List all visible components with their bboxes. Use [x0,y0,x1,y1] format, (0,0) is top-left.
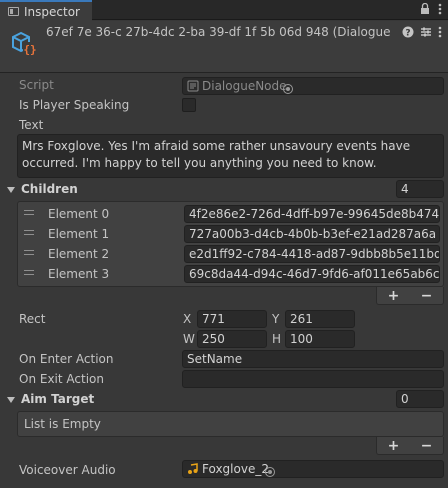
rect-y-field[interactable]: 261 [285,310,355,328]
element-1-label: Element 1 [48,227,110,241]
script-icon [187,80,199,92]
element-1-field[interactable]: 727a00b3-d4cb-4b0b-b3ef-e21ad287a6a [184,225,440,243]
on-enter-action-label: On Enter Action [19,352,114,366]
element-3-label: Element 3 [48,267,110,281]
rect-x-field[interactable]: 771 [197,310,267,328]
rect-label: Rect [19,312,46,326]
add-element-button[interactable]: + [388,288,400,304]
on-enter-action-field[interactable]: SetName [182,350,444,368]
text-label: Text [19,118,44,132]
svg-text:?: ? [405,29,410,39]
element-3-field[interactable]: 69c8da44-d94c-46d7-9fd6-af011e65ab6c [184,265,440,283]
rect-h-label: H [272,332,282,346]
rect-y-label: Y [272,312,280,326]
object-header: {} 67ef 7e 36-c 27b-4dc 2-ba 39-df 1f 5b… [0,21,448,73]
tab-inspector[interactable]: Inspector [0,0,92,21]
aim-target-foldout[interactable]: Aim Target [7,392,94,406]
rect-w-label: W [183,332,195,346]
is-player-speaking-label: Is Player Speaking [19,98,130,112]
drag-handle[interactable] [24,230,34,235]
help-icon[interactable]: ? [402,26,414,41]
kebab-menu-icon[interactable] [438,3,442,18]
object-name: 67ef 7e 36-c 27b-4dc 2-ba 39-df 1f 5b 06… [46,25,391,39]
rect-h-field[interactable]: 100 [285,330,355,348]
aim-target-list-footer: + − [376,437,444,455]
on-exit-action-label: On Exit Action [19,372,104,386]
rect-x-label: X [183,312,192,326]
script-label: Script [19,78,54,92]
tab-inspector-label: Inspector [24,4,80,19]
drag-handle[interactable] [24,250,34,255]
aim-target-size-field[interactable]: 0 [396,390,444,408]
on-exit-action-field[interactable] [182,370,444,388]
is-player-speaking-checkbox[interactable] [182,98,196,112]
list-empty-text: List is Empty [24,417,101,431]
remove-aim-target-button[interactable]: − [421,438,433,454]
rect-w-field[interactable]: 250 [197,330,267,348]
text-area[interactable]: Mrs Foxglove. Yes I'm afraid some rather… [17,134,444,178]
object-picker-icon[interactable] [264,467,275,477]
add-aim-target-button[interactable]: + [388,438,400,454]
presets-icon[interactable] [420,26,432,41]
element-2-label: Element 2 [48,247,110,261]
script-field: DialogueNode [182,77,444,95]
drag-handle[interactable] [24,270,34,275]
element-2-field[interactable]: e2d1ff92-c784-4418-ad87-9dbb8b5e11bd [184,245,440,263]
voiceover-audio-field[interactable]: Foxglove_2 [182,460,444,478]
drag-handle[interactable] [24,210,34,215]
script-value: DialogueNode [202,79,287,93]
children-size-field[interactable]: 4 [396,180,444,198]
scriptable-object-icon: {} [12,31,37,56]
lock-icon[interactable] [420,2,430,18]
remove-element-button[interactable]: − [421,288,433,304]
voiceover-audio-label: Voiceover Audio [19,463,116,477]
tab-bar: Inspector [0,0,448,21]
object-picker-icon [282,84,293,94]
children-list-footer: + − [376,287,444,305]
element-0-label: Element 0 [48,207,110,221]
svg-text:{}: {} [23,43,36,56]
aim-target-list: List is Empty [17,411,444,437]
tab-controls [420,2,442,18]
element-0-field[interactable]: 4f2e86e2-726d-4dff-b97e-99645de8b474 [184,205,440,223]
header-controls: ? [402,26,442,41]
audio-clip-icon [188,463,198,474]
kebab-menu-icon[interactable] [438,26,442,41]
voiceover-audio-value: Foxglove_2 [202,462,269,476]
inspector-icon [8,7,19,16]
children-foldout[interactable]: Children [7,182,78,196]
